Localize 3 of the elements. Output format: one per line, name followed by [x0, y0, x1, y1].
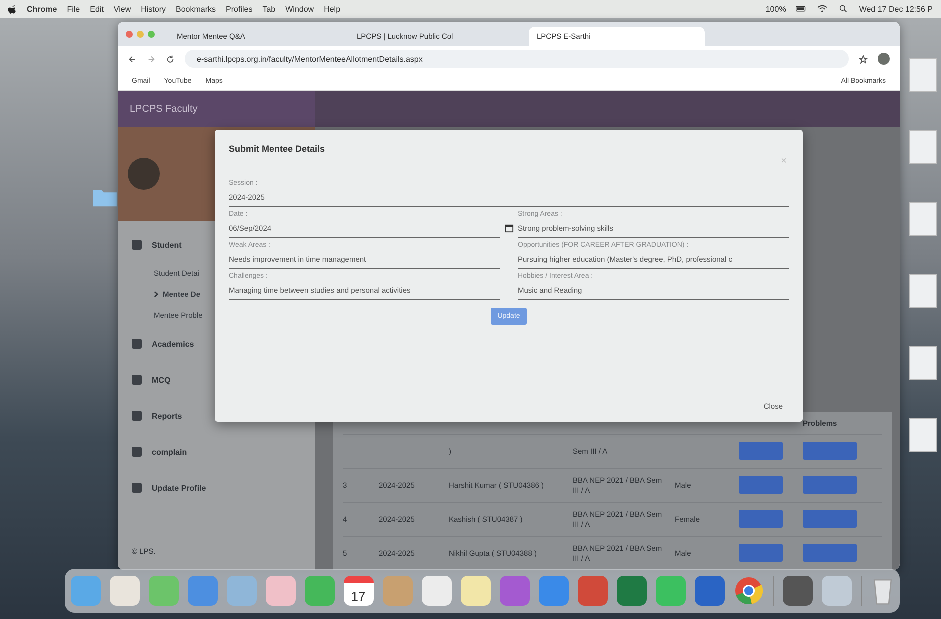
zoom-level: 100%	[766, 4, 786, 14]
site-brand: LPCPS Faculty	[118, 91, 315, 127]
dialog-title: Submit Mentee Details	[229, 144, 326, 154]
